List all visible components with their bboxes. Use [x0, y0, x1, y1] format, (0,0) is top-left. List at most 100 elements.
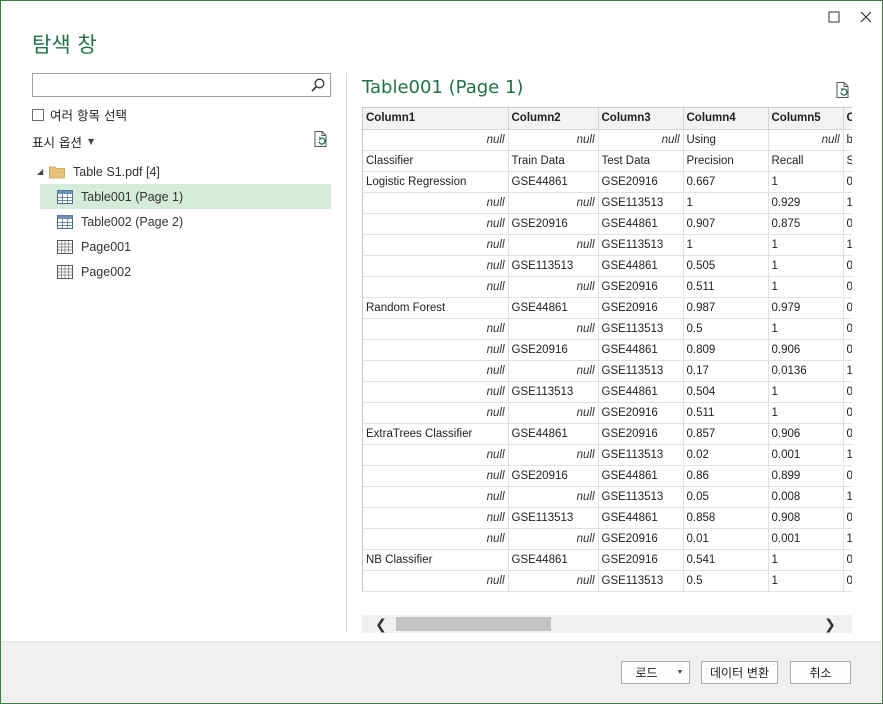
table-cell[interactable]: GSE20916	[508, 339, 599, 361]
refresh-icon[interactable]	[312, 130, 330, 148]
table-cell[interactable]: 0.5	[683, 570, 769, 592]
table-cell[interactable]: 0.505	[683, 255, 769, 277]
table-cell[interactable]: GSE20916	[598, 528, 684, 550]
tree-item-table001[interactable]: Table001 (Page 1)	[40, 184, 331, 209]
table-cell[interactable]: GSE20916	[598, 402, 684, 424]
table-cell[interactable]: 0.541	[683, 549, 769, 571]
table-cell[interactable]: ExtraTrees Classifier	[363, 423, 509, 445]
table-cell[interactable]: null	[508, 360, 599, 382]
table-cell[interactable]: null	[363, 360, 509, 382]
table-cell[interactable]: null	[363, 213, 509, 235]
column-header[interactable]: C	[843, 108, 852, 130]
table-cell[interactable]: 0.906	[768, 339, 844, 361]
table-cell[interactable]: 1	[683, 192, 769, 214]
table-cell[interactable]: S	[843, 150, 852, 172]
search-box[interactable]	[32, 73, 331, 97]
table-cell[interactable]: GSE20916	[508, 465, 599, 487]
table-cell[interactable]: 1	[768, 402, 844, 424]
table-cell[interactable]: GSE113513	[508, 507, 599, 529]
search-input[interactable]	[33, 74, 303, 96]
table-cell[interactable]: null	[363, 129, 509, 151]
tree-item-table002[interactable]: Table002 (Page 2)	[40, 209, 331, 234]
table-cell[interactable]: null	[508, 192, 599, 214]
table-cell[interactable]: GSE20916	[508, 213, 599, 235]
cancel-button[interactable]: 취소	[790, 661, 851, 684]
table-cell[interactable]: 0.0136	[768, 360, 844, 382]
table-cell[interactable]: GSE113513	[598, 570, 684, 592]
table-cell[interactable]: GSE113513	[508, 255, 599, 277]
table-cell[interactable]: Test Data	[598, 150, 684, 172]
table-cell[interactable]: 0	[843, 276, 852, 298]
table-cell[interactable]: null	[508, 486, 599, 508]
table-cell[interactable]: Logistic Regression	[363, 171, 509, 193]
table-cell[interactable]: 0.858	[683, 507, 769, 529]
table-cell[interactable]: GSE44861	[508, 423, 599, 445]
table-cell[interactable]: 0.667	[683, 171, 769, 193]
table-cell[interactable]: 0	[843, 570, 852, 592]
table-cell[interactable]: 0	[843, 339, 852, 361]
table-cell[interactable]: GSE44861	[598, 381, 684, 403]
table-cell[interactable]: 0.504	[683, 381, 769, 403]
table-cell[interactable]: null	[598, 129, 684, 151]
tree-item-folder[interactable]: ◢ Table S1.pdf [4]	[32, 159, 331, 184]
table-cell[interactable]: GSE44861	[598, 255, 684, 277]
table-cell[interactable]: GSE113513	[598, 486, 684, 508]
table-cell[interactable]: Classifier	[363, 150, 509, 172]
table-cell[interactable]: 0	[843, 255, 852, 277]
table-cell[interactable]: 0.001	[768, 444, 844, 466]
table-cell[interactable]: 1	[768, 171, 844, 193]
table-cell[interactable]: GSE113513	[598, 444, 684, 466]
close-button[interactable]	[856, 7, 876, 27]
load-dropdown-button[interactable]: ▼	[671, 661, 690, 684]
table-cell[interactable]: null	[508, 402, 599, 424]
table-cell[interactable]: null	[363, 486, 509, 508]
table-cell[interactable]: 0.05	[683, 486, 769, 508]
table-cell[interactable]: null	[508, 318, 599, 340]
scrollbar-thumb[interactable]	[396, 617, 551, 631]
table-cell[interactable]: GSE44861	[508, 549, 599, 571]
column-header[interactable]: Column2	[508, 108, 599, 130]
table-cell[interactable]: GSE113513	[598, 318, 684, 340]
table-cell[interactable]: 1	[843, 360, 852, 382]
refresh-icon[interactable]	[834, 81, 852, 99]
table-cell[interactable]: 0.899	[768, 465, 844, 487]
table-cell[interactable]: 0	[843, 402, 852, 424]
table-cell[interactable]: GSE44861	[508, 297, 599, 319]
table-cell[interactable]: 1	[768, 549, 844, 571]
column-header[interactable]: Column5	[768, 108, 844, 130]
table-cell[interactable]: 0.01	[683, 528, 769, 550]
table-cell[interactable]: null	[363, 192, 509, 214]
table-cell[interactable]: GSE20916	[598, 276, 684, 298]
table-cell[interactable]: null	[363, 255, 509, 277]
table-cell[interactable]: null	[363, 507, 509, 529]
table-cell[interactable]: 0.86	[683, 465, 769, 487]
table-cell[interactable]: 1	[683, 234, 769, 256]
table-cell[interactable]: null	[508, 528, 599, 550]
table-cell[interactable]: 0.02	[683, 444, 769, 466]
table-cell[interactable]: 1	[768, 255, 844, 277]
table-cell[interactable]: 0.857	[683, 423, 769, 445]
column-header[interactable]: Column3	[598, 108, 684, 130]
maximize-button[interactable]	[824, 7, 844, 27]
multi-select-option[interactable]: 여러 항목 선택	[32, 105, 127, 124]
table-cell[interactable]: null	[768, 129, 844, 151]
table-cell[interactable]: GSE113513	[598, 234, 684, 256]
table-cell[interactable]: 0.008	[768, 486, 844, 508]
display-options-dropdown[interactable]: 표시 옵션 ▼	[32, 132, 94, 151]
table-cell[interactable]: null	[363, 339, 509, 361]
table-cell[interactable]: b	[843, 129, 852, 151]
table-cell[interactable]: GSE44861	[508, 171, 599, 193]
table-cell[interactable]: 0.875	[768, 213, 844, 235]
table-cell[interactable]: 0	[843, 507, 852, 529]
table-cell[interactable]: 1	[768, 234, 844, 256]
table-cell[interactable]: null	[363, 234, 509, 256]
transform-data-button[interactable]: 데이터 변환	[701, 661, 778, 684]
table-cell[interactable]: Train Data	[508, 150, 599, 172]
multi-select-checkbox[interactable]	[32, 108, 44, 121]
table-cell[interactable]: 0	[843, 171, 852, 193]
tree-item-page001[interactable]: Page001	[40, 234, 331, 259]
table-cell[interactable]: 0.511	[683, 276, 769, 298]
column-header[interactable]: Column1	[363, 108, 509, 130]
table-cell[interactable]: null	[363, 402, 509, 424]
table-cell[interactable]: GSE20916	[598, 297, 684, 319]
